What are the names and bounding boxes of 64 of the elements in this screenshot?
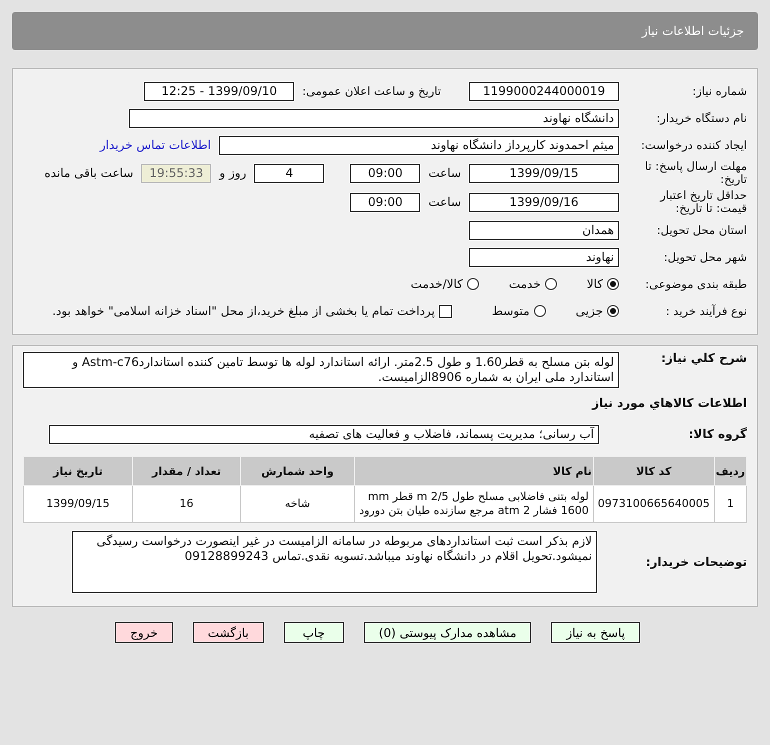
city-field: نهاوند [469, 248, 619, 266]
table-cell: 1 [714, 486, 746, 522]
field-label: گروه کالا: [688, 428, 747, 440]
field-label: توضیحات خریدار: [644, 556, 747, 569]
action-button[interactable]: پاسخ به نیاز [551, 622, 640, 643]
column-header: ردیف [714, 456, 746, 486]
checkbox-label: پرداخت تمام یا بخشی از مبلغ خرید،از محل "اسناد خزانه اسلامی" خواهد بود. [52, 304, 435, 318]
action-button[interactable]: بازگشت [192, 622, 264, 643]
radio-label: کالا [586, 277, 603, 291]
table-cell: شاخه [240, 486, 354, 522]
radio-button[interactable] [466, 278, 479, 290]
radio-label: متوسط [492, 304, 530, 318]
column-header: واحد شمارش [240, 456, 354, 486]
days-label: روز و [219, 166, 246, 180]
checkbox[interactable] [438, 304, 452, 318]
radio-button[interactable] [607, 278, 619, 290]
description-field: لوله بتن مسلح به قطر1.60 و طول 2.5متر. ارائه استاندارد لوله ها توسط تامین کننده استانداردAstm-c76 و استاندارد ملی ایران به شماره 8906الزامیست. [23, 352, 619, 388]
column-header: نام کالا [354, 456, 594, 486]
action-button[interactable]: مشاهده مدارک پیوستی (0) [364, 622, 532, 643]
validity-time-field: 09:00 [350, 192, 420, 212]
column-header: کد کالا [593, 456, 714, 486]
radio-label: خدمت [508, 277, 541, 291]
validity-date-field: 1399/09/16 [469, 192, 619, 212]
field-label: نام دستگاه خریدار: [655, 112, 747, 124]
table-cell: لوله بتنی فاضلابی مسلح طول m 2/5 قطر mm 1600 فشار 2 atm مرجع سازنده طیان بتن دورود [354, 486, 594, 522]
field-label: حداقل تاریخ اعتبار قیمت: تا تاریخ: [658, 189, 747, 215]
field-label: ایجاد کننده درخواست: [640, 138, 747, 152]
field-label: مهلت ارسال پاسخ: تا تاریخ: [644, 160, 747, 186]
field-label: استان محل تحویل: [656, 224, 747, 236]
time-label: ساعت [428, 166, 461, 180]
section-title: اطلاعات کالاهاي مورد نياز [590, 396, 747, 410]
buyer-org-field: دانشگاه نهاوند [129, 108, 619, 128]
field-label: نوع فرآیند خرید : [664, 304, 747, 318]
creator-field: میثم احمدوند کارپرداز دانشگاه نهاوند [219, 136, 619, 154]
need-number-field: 1199000244000019 [469, 82, 619, 100]
field-label: شماره نیاز: [691, 84, 747, 98]
province-field: همدان [469, 220, 619, 240]
deadline-time-field: 09:00 [350, 164, 420, 182]
field-label: شهر محل تحویل: [662, 250, 747, 264]
table-cell: 1399/09/15 [24, 486, 132, 522]
action-button[interactable]: چاپ [284, 622, 344, 643]
table-cell: 16 [132, 486, 241, 522]
deadline-date-field: 1399/09/15 [469, 164, 619, 182]
days-field: 4 [254, 164, 324, 182]
contact-link[interactable]: اطلاعات تماس خریدار [100, 138, 211, 152]
field-label: طبقه بندی موضوعی: [644, 278, 747, 290]
radio-label: کالا/خدمت [410, 277, 463, 291]
announce-date-field: 1399/09/10 - 12:25 [144, 82, 294, 100]
action-button[interactable]: خروج [115, 622, 173, 643]
column-header: تعداد / مقدار [132, 456, 241, 486]
radio-button[interactable] [607, 305, 619, 317]
table-cell: 0973100665640005 [593, 486, 714, 522]
goods-group-field: آب رسانی؛ مدیریت پسماند، فاضلاب و فعالیت های تصفیه [49, 424, 599, 444]
time-label: ساعت [428, 195, 461, 209]
remaining-time-field: 19:55:33 [141, 164, 212, 182]
field-label: شرح کلي نياز: [660, 352, 747, 365]
field-label: تاریخ و ساعت اعلان عمومی: [302, 84, 441, 98]
radio-button[interactable] [534, 305, 546, 317]
buyer-notes-field: لازم بذکر است ثبت استانداردهای مربوطه در سامانه الزامیست در غیر اینصورت درخواست رسیدگی نمیشود.تحویل اقلام در دانشگاه نهاوند میباشد.تسویه نقدی.تماس 09128899243 [72, 531, 597, 593]
column-header: تاریخ نیاز [24, 456, 132, 486]
remaining-label: ساعت باقی مانده [44, 166, 134, 180]
radio-button[interactable] [544, 278, 557, 290]
radio-label: جزیی [576, 304, 603, 318]
page-title: جزئیات اطلاعات نیاز [642, 24, 744, 38]
